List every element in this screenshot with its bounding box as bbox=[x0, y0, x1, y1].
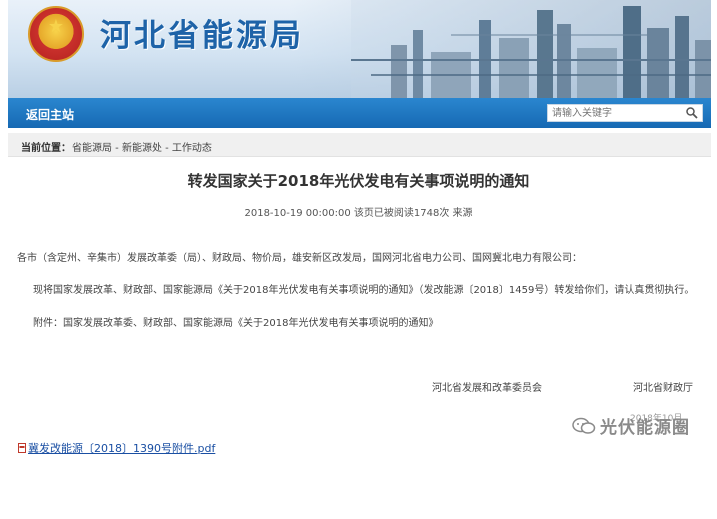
signature-development-commission: 河北省发展和改革委员会 bbox=[432, 383, 542, 394]
article-title: 转发国家关于2018年光伏发电有关事项说明的通知 bbox=[187, 172, 530, 190]
article-paragraph: 附件：国家发展改革委、财政部、国家能源局《关于2018年光伏发电有关事项说明的通… bbox=[33, 318, 439, 329]
attachment-link[interactable]: 冀发改能源〔2018〕1390号附件.pdf bbox=[18, 440, 215, 456]
wechat-icon bbox=[572, 417, 596, 434]
article-paragraph: 现将国家发展改革、财政部、国家能源局《关于2018年光伏发电有关事项说明的通知》… bbox=[33, 285, 695, 296]
site-title: 河北省能源局 bbox=[100, 18, 304, 54]
article-paragraph: 各市（含定州、辛集市）发展改革委（局）、财政局、物价局，雄安新区改发局，国网河北… bbox=[17, 253, 582, 264]
search-input[interactable] bbox=[552, 106, 682, 120]
breadcrumb: 当前位置： 省能源局 - 新能源处 - 工作动态 bbox=[8, 133, 711, 157]
search-icon[interactable] bbox=[685, 106, 699, 120]
pdf-file-icon bbox=[18, 443, 26, 453]
watermark-text: 光伏能源圈 bbox=[600, 418, 690, 438]
home-link[interactable]: 返回主站 bbox=[26, 106, 74, 123]
breadcrumb-path[interactable]: 省能源局 - 新能源处 - 工作动态 bbox=[72, 139, 212, 154]
search-box bbox=[547, 104, 703, 122]
signature-finance-department: 河北省财政厅 bbox=[633, 383, 693, 394]
site-banner: ★ 河北省能源局 bbox=[8, 0, 711, 98]
breadcrumb-label: 当前位置： bbox=[21, 143, 71, 154]
star-icon: ★ bbox=[47, 16, 65, 37]
factory-illustration bbox=[351, 0, 711, 98]
nav-bar: 返回主站 bbox=[8, 98, 711, 128]
national-emblem: ★ bbox=[28, 6, 84, 62]
article-meta: 2018-10-19 00:00:00 该页已被阅读1748次 来源 bbox=[244, 208, 473, 219]
attachment-label: 冀发改能源〔2018〕1390号附件.pdf bbox=[28, 442, 216, 455]
